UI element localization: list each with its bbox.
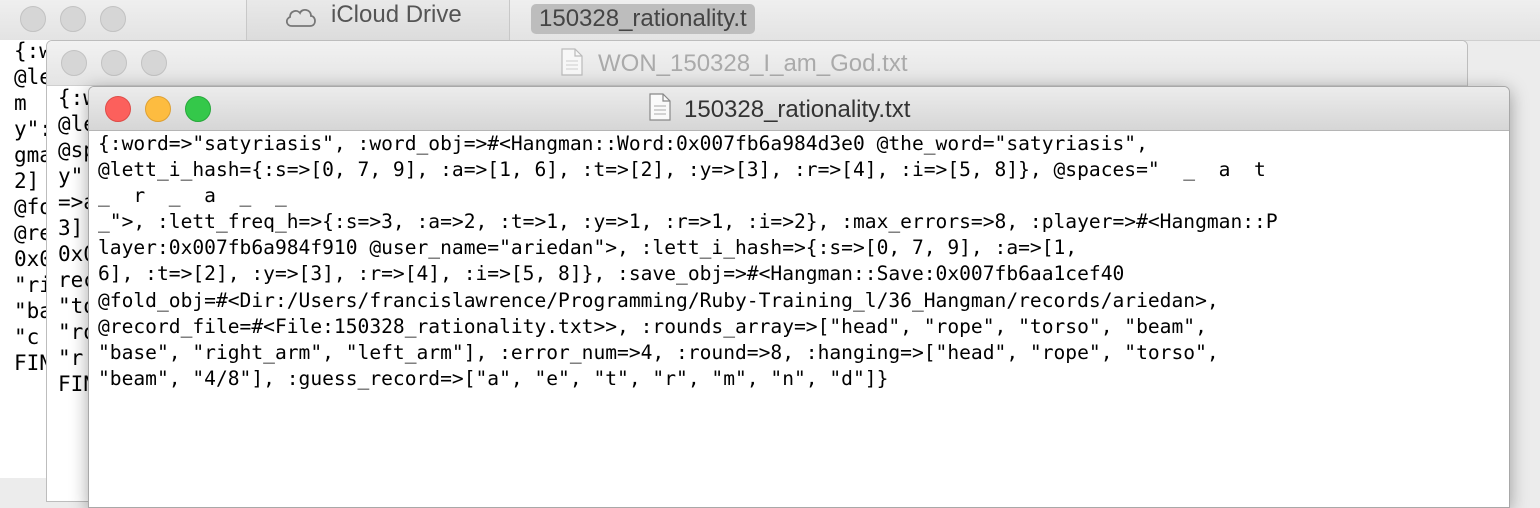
document-icon	[561, 48, 583, 81]
finder-close-button[interactable]	[20, 6, 46, 32]
document-icon	[649, 93, 671, 126]
rationality-window-title: 150328_rationality.txt	[684, 96, 911, 123]
won-window-title: WON_150328_I_am_God.txt	[598, 50, 908, 77]
zoom-button[interactable]	[185, 96, 211, 122]
text-line: _ r _ a _ _	[98, 184, 287, 208]
finder-zoom-button[interactable]	[100, 6, 126, 32]
text-line: @fold_obj=#<Dir:/Users/francislawrence/P…	[98, 288, 1219, 312]
won-minimize-button[interactable]	[101, 50, 127, 76]
text-line: {:word=>"satyriasis", :word_obj=>#<Hangm…	[98, 132, 1148, 155]
won-zoom-button[interactable]	[141, 50, 167, 76]
minimize-button[interactable]	[145, 96, 171, 122]
text-line: _">, :lett_freq_h=>{:s=>3, :a=>2, :t=>1,…	[98, 210, 1278, 234]
finder-titlebar: iCloud Drive 150328_rationality.t	[0, 0, 1540, 41]
text-line: layer:0x007fb6a984f910 @user_name="aried…	[98, 236, 1078, 260]
text-line: "beam", "4/8"], :guess_record=>["a", "e"…	[98, 366, 889, 390]
rationality-titlebar: 150328_rationality.txt	[89, 87, 1509, 131]
tab-icloud-drive[interactable]: iCloud Drive	[246, 0, 510, 40]
rationality-text-window: 150328_rationality.txt {:word=>"satyrias…	[88, 86, 1510, 508]
text-line: "base", "right_arm", "left_arm"], :error…	[98, 340, 1219, 364]
close-button[interactable]	[105, 96, 131, 122]
finder-minimize-button[interactable]	[60, 6, 86, 32]
tab-icloud-label: iCloud Drive	[331, 1, 462, 28]
text-line: 6], :t=>[2], :y=>[3], :r=>[4], :i=>[5, 8…	[98, 262, 1125, 286]
won-titlebar: WON_150328_I_am_God.txt	[47, 41, 1467, 86]
text-content-area[interactable]: {:word=>"satyriasis", :word_obj=>#<Hangm…	[98, 131, 1503, 501]
cloud-icon	[283, 4, 319, 35]
tab-rationality-file[interactable]: 150328_rationality.t	[531, 4, 755, 34]
won-close-button[interactable]	[61, 50, 87, 76]
text-line: @lett_i_hash={:s=>[0, 7, 9], :a=>[1, 6],…	[98, 158, 1266, 182]
text-line: @record_file=#<File:150328_rationality.t…	[98, 314, 1207, 338]
